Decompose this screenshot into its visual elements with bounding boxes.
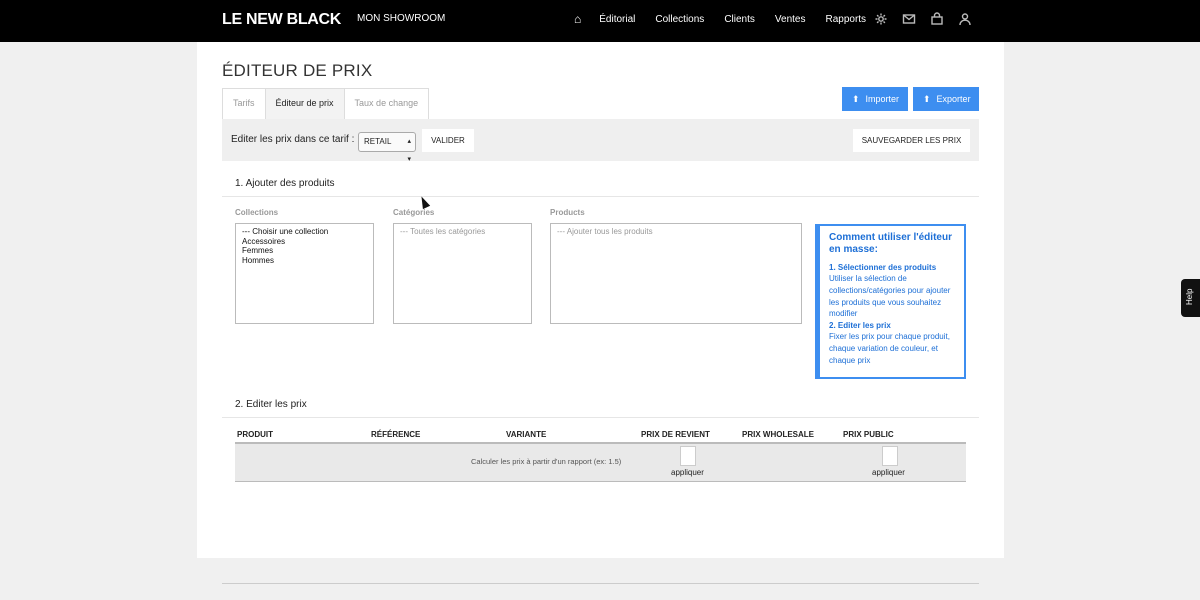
help-step-1-text: Utiliser la sélection de collections/cat… [829,274,951,319]
list-item[interactable]: Accessoires [242,237,367,247]
save-prices-button[interactable]: SAUVEGARDER LES PRIX [853,129,970,152]
categories-listbox[interactable]: --- Toutes les catégories [393,223,532,324]
nav-item-rapports[interactable]: Rapports [825,14,866,25]
top-nav-bar: LE NEW BLACK MON SHOWROOM ⌂ Éditorial Co… [0,0,1200,42]
footer-divider [222,583,979,584]
nav-item-collections[interactable]: Collections [655,14,704,25]
collections-listbox[interactable]: --- Choisir une collection Accessoires F… [235,223,374,324]
divider [222,196,979,197]
ratio-row: Calculer les prix à partir d'un rapport … [235,444,966,482]
export-button[interactable]: ⬆ Exporter [913,87,979,111]
products-label: Products [550,208,585,217]
table-header: PRODUIT RÉFÉRENCE VARIANTE PRIX DE REVIE… [235,428,966,444]
tarif-select-value: RETAIL [364,137,392,146]
select-arrows-icon: ▴ ▾ [407,138,411,163]
tarif-toolbar: Editer les prix dans ce tarif : RETAIL ▴… [222,119,979,163]
nav-item-editorial[interactable]: Éditorial [599,14,635,25]
export-icon: ⬆ [923,93,931,104]
tarif-select[interactable]: RETAIL ▴ ▾ [358,132,416,163]
brand-logo[interactable]: LE NEW BLACK [222,11,341,29]
products-listbox[interactable]: --- Ajouter tous les produits [550,223,802,324]
tab-bar: Tarifs Éditeur de prix Taux de change [222,88,430,119]
validate-button[interactable]: VALIDER [422,129,474,152]
import-label: Importer [865,94,900,104]
page-title: ÉDITEUR DE PRIX [222,61,373,80]
help-step-2-text: Fixer les prix pour chaque produit, chaq… [829,332,950,365]
col-header-public-price: PRIX PUBLIC [843,430,894,439]
main-panel: ÉDITEUR DE PRIX Tarifs Éditeur de prix T… [197,42,1004,558]
help-side-tab-label: Help [1185,288,1194,305]
nav-icon-group [874,12,986,26]
showroom-link[interactable]: MON SHOWROOM [357,13,445,24]
apply-cost-ratio-button[interactable]: appliquer [671,468,704,477]
col-header-reference: RÉFÉRENCE [371,430,421,439]
nav-item-clients[interactable]: Clients [724,14,755,25]
help-step-1: 1. Sélectionner des produits [829,263,937,272]
export-label: Exporter [936,94,971,104]
list-item[interactable]: Femmes [242,246,367,256]
import-icon: ⬆ [852,93,860,104]
prices-table: PRODUIT RÉFÉRENCE VARIANTE PRIX DE REVIE… [235,428,966,482]
divider [222,417,979,418]
list-item[interactable]: --- Toutes les catégories [400,227,525,237]
main-nav: ⌂ Éditorial Collections Clients Ventes R… [574,12,886,26]
ratio-calc-label: Calculer les prix à partir d'un rapport … [471,457,622,466]
list-item[interactable]: --- Choisir une collection [242,227,367,237]
import-button[interactable]: ⬆ Importer [842,87,908,111]
col-header-wholesale-price: PRIX WHOLESALE [742,430,815,439]
tab-tarifs[interactable]: Tarifs [222,88,266,119]
help-step-2: 2. Editer les prix [829,321,891,331]
mail-icon[interactable] [902,12,916,26]
collections-label: Collections [235,208,279,217]
nav-item-ventes[interactable]: Ventes [775,14,806,25]
user-icon[interactable] [958,12,972,26]
list-item[interactable]: Hommes [242,256,367,266]
section-add-products-title: 1. Ajouter des produits [235,178,335,189]
col-header-product: PRODUIT [237,430,273,439]
cost-ratio-input[interactable] [680,446,696,466]
categories-label: Catégories [393,208,435,217]
home-icon[interactable]: ⌂ [574,12,581,26]
public-ratio-input[interactable] [882,446,898,466]
apply-public-ratio-button[interactable]: appliquer [872,468,905,477]
gear-icon[interactable] [874,12,888,26]
tab-exchange-rate[interactable]: Taux de change [344,88,430,119]
section-edit-prices-title: 2. Editer les prix [235,399,307,410]
tarif-select-label: Editer les prix dans ce tarif : [231,134,355,145]
col-header-variant: VARIANTE [506,430,547,439]
col-header-cost-price: PRIX DE REVIENT [641,430,710,439]
help-side-tab[interactable]: Help [1181,279,1200,317]
tab-price-editor[interactable]: Éditeur de prix [265,88,345,119]
bag-icon[interactable] [930,12,944,26]
list-item[interactable]: --- Ajouter tous les produits [557,227,795,237]
help-info-box: Comment utiliser l'éditeur en masse: 1. … [815,224,966,379]
help-title: Comment utiliser l'éditeur en masse: [829,232,952,255]
